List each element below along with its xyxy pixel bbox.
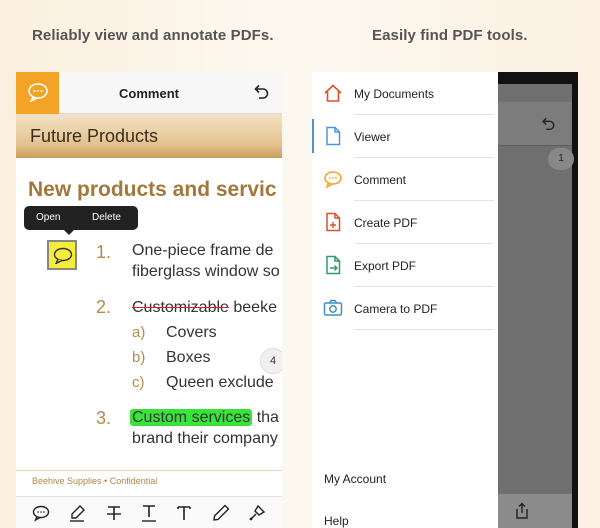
- menu-divider: [354, 329, 494, 330]
- sublist-letter: a): [132, 324, 146, 341]
- dimmed-top-bar: [498, 102, 572, 146]
- underline-icon[interactable]: [139, 503, 159, 523]
- comment-icon[interactable]: [31, 503, 51, 523]
- annotation-toolbar: [16, 496, 282, 528]
- sublist-text: Boxes: [166, 349, 211, 366]
- camera-icon: [323, 299, 343, 316]
- comment-popover: Open Delete: [24, 206, 138, 235]
- sublist-letter: c): [132, 374, 145, 391]
- comment-icon: [324, 171, 342, 189]
- list-item-text: fiberglass window so: [132, 263, 280, 280]
- list-number: 3.: [96, 408, 112, 428]
- strikethrough-icon[interactable]: [104, 503, 124, 523]
- menu-item-comment[interactable]: Comment: [312, 158, 498, 201]
- list-item-text: Custom services tha: [130, 409, 279, 426]
- tools-menu-screen: 1 My Documents Viewer Comment Create PDF…: [312, 72, 578, 528]
- stamp-icon[interactable]: [247, 503, 267, 523]
- help-link[interactable]: Help: [324, 514, 349, 528]
- comment-bubble-icon: [28, 83, 48, 102]
- popover-open-button[interactable]: Open: [36, 212, 60, 223]
- strikethrough-annotation[interactable]: Customizable: [132, 299, 229, 316]
- page-number-badge[interactable]: 4: [260, 348, 282, 374]
- document-header-title: Future Products: [30, 126, 159, 146]
- sticky-note-annotation[interactable]: [47, 240, 77, 270]
- document-icon: [326, 126, 341, 146]
- menu-item-camera-to-pdf[interactable]: Camera to PDF: [312, 287, 498, 330]
- menu-item-label: Export PDF: [354, 259, 417, 273]
- list-item-text: One-piece frame de: [132, 242, 274, 259]
- list-item-text: brand their company: [132, 430, 278, 447]
- popover-arrow: [64, 230, 74, 235]
- menu-item-label: Create PDF: [354, 216, 418, 230]
- home-icon: [324, 84, 342, 102]
- top-bar-title: Comment: [119, 86, 179, 101]
- menu-item-viewer[interactable]: Viewer: [312, 115, 498, 158]
- comment-tool-button[interactable]: [16, 72, 59, 114]
- undo-icon: [542, 117, 555, 131]
- menu-item-create-pdf[interactable]: Create PDF: [312, 201, 498, 244]
- menu-item-label: Camera to PDF: [354, 302, 438, 316]
- footer-divider: [16, 470, 282, 471]
- document-footer: Beehive Supplies • Confidential: [32, 476, 158, 486]
- menu-item-export-pdf[interactable]: Export PDF: [312, 244, 498, 287]
- top-bar: Comment: [16, 72, 282, 114]
- popover-delete-button[interactable]: Delete: [92, 212, 121, 223]
- document-page-header: Future Products: [16, 114, 282, 158]
- dimmed-bottom-bar: [498, 494, 572, 528]
- menu-item-label: Comment: [354, 173, 407, 187]
- comment-screen: Comment Future Products New products and…: [16, 72, 282, 528]
- share-icon: [516, 502, 528, 519]
- my-account-link[interactable]: My Account: [324, 472, 386, 486]
- sublist-text: Covers: [166, 324, 217, 341]
- menu-item-label: Viewer: [354, 130, 391, 144]
- list-number: 1.: [96, 242, 112, 262]
- caption-left: Reliably view and annotate PDFs.: [32, 27, 274, 44]
- document-heading: New products and servic: [28, 178, 277, 201]
- menu-item-label: My Documents: [354, 87, 435, 101]
- sublist-text: Queen exclude: [166, 374, 274, 391]
- sublist-letter: b): [132, 349, 146, 366]
- undo-icon[interactable]: [252, 83, 270, 101]
- highlight-annotation[interactable]: Custom services: [130, 409, 253, 426]
- menu-item-my-documents[interactable]: My Documents: [312, 72, 498, 115]
- list-number: 2.: [96, 297, 112, 317]
- caption-right: Easily find PDF tools.: [372, 27, 528, 44]
- draw-icon[interactable]: [67, 503, 87, 523]
- text-icon[interactable]: [174, 503, 194, 523]
- create-pdf-icon: [326, 212, 341, 232]
- active-indicator: [312, 119, 314, 153]
- note-comment-icon: [53, 247, 73, 264]
- list-item-text: Customizable beeke: [132, 299, 277, 316]
- dimmed-page-badge: 1: [548, 148, 574, 170]
- tools-menu: My Documents Viewer Comment Create PDF E…: [312, 72, 498, 528]
- export-pdf-icon: [326, 255, 341, 275]
- pencil-icon[interactable]: [211, 503, 231, 523]
